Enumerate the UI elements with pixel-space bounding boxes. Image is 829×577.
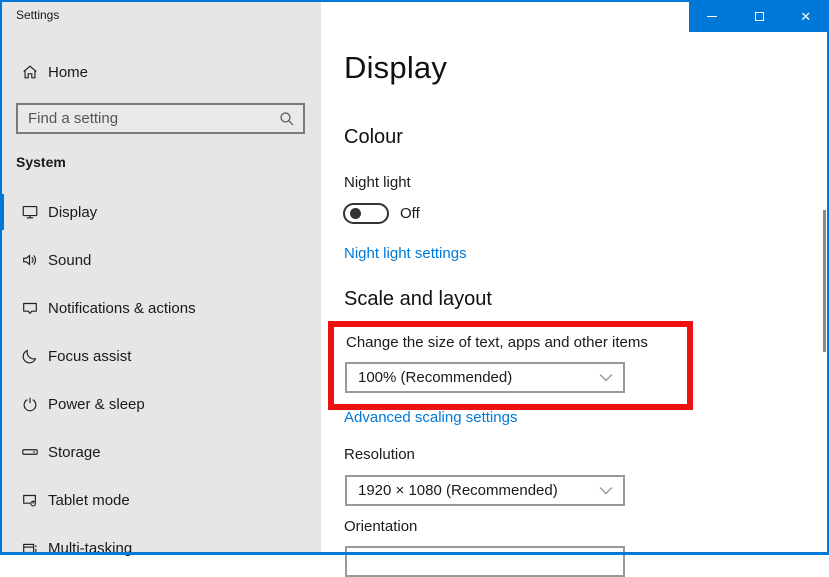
minimize-button[interactable] xyxy=(689,0,736,32)
sidebar-item-label: Notifications & actions xyxy=(48,300,196,317)
sidebar-item-tablet-mode[interactable]: Tablet mode xyxy=(0,480,321,520)
sidebar-item-label: Display xyxy=(48,204,97,221)
sidebar-item-label: Power & sleep xyxy=(48,396,145,413)
colour-section-heading: Colour xyxy=(344,126,403,149)
scale-dropdown-value: 100% (Recommended) xyxy=(358,369,512,386)
sidebar-item-label: Sound xyxy=(48,252,91,269)
tablet-mode-icon xyxy=(20,490,40,510)
maximize-icon xyxy=(755,12,764,21)
home-icon xyxy=(20,62,40,82)
maximize-button[interactable] xyxy=(736,0,783,32)
scale-dropdown[interactable]: 100% (Recommended) xyxy=(345,362,625,393)
focus-assist-moon-icon xyxy=(20,346,40,366)
window-title: Settings xyxy=(16,8,59,22)
display-icon xyxy=(20,202,40,222)
sidebar-item-sound[interactable]: Sound xyxy=(0,240,321,280)
sound-icon xyxy=(20,250,40,270)
night-light-toggle[interactable] xyxy=(343,203,389,224)
sidebar-item-home[interactable]: Home xyxy=(0,52,321,92)
chevron-down-icon xyxy=(599,373,613,382)
window-border-left xyxy=(0,0,2,555)
search-icon[interactable] xyxy=(279,111,303,127)
night-light-state: Off xyxy=(400,204,420,224)
scale-section-heading: Scale and layout xyxy=(344,288,492,311)
sidebar-section-system: System xyxy=(16,154,66,170)
power-icon xyxy=(20,394,40,414)
toggle-knob xyxy=(350,208,361,219)
sidebar-item-multitasking[interactable]: Multi-tasking xyxy=(0,528,321,568)
sidebar-item-focus-assist[interactable]: Focus assist xyxy=(0,336,321,376)
titlebar-caption-area: ✕ xyxy=(689,0,829,32)
resolution-dropdown[interactable]: 1920 × 1080 (Recommended) xyxy=(345,475,625,506)
sidebar-item-display[interactable]: Display xyxy=(0,192,321,232)
sidebar-item-notifications[interactable]: Notifications & actions xyxy=(0,288,321,328)
search-box xyxy=(16,103,305,134)
vertical-scrollbar-thumb[interactable] xyxy=(823,210,826,352)
close-button[interactable]: ✕ xyxy=(782,0,829,32)
night-light-settings-link[interactable]: Night light settings xyxy=(344,245,467,262)
scale-size-label: Change the size of text, apps and other … xyxy=(346,334,648,351)
sidebar-item-label: Focus assist xyxy=(48,348,131,365)
chevron-down-icon xyxy=(599,486,613,495)
orientation-label: Orientation xyxy=(344,518,417,535)
sidebar-item-storage[interactable]: Storage xyxy=(0,432,321,472)
selected-item-indicator xyxy=(0,194,4,230)
resolution-label: Resolution xyxy=(344,446,415,463)
sidebar-item-label: Tablet mode xyxy=(48,492,130,509)
close-icon: ✕ xyxy=(800,10,811,23)
notifications-icon xyxy=(20,298,40,318)
sidebar-item-power-sleep[interactable]: Power & sleep xyxy=(0,384,321,424)
multitasking-icon xyxy=(20,538,40,558)
search-input[interactable] xyxy=(18,105,279,132)
sidebar-item-label: Storage xyxy=(48,444,101,461)
sidebar-item-label: Home xyxy=(48,64,88,81)
minimize-icon xyxy=(707,16,717,17)
resolution-dropdown-value: 1920 × 1080 (Recommended) xyxy=(358,482,558,499)
night-light-label: Night light xyxy=(344,174,411,191)
storage-drive-icon xyxy=(20,442,40,462)
orientation-dropdown[interactable] xyxy=(345,546,625,577)
advanced-scaling-settings-link[interactable]: Advanced scaling settings xyxy=(344,409,517,426)
page-title: Display xyxy=(344,50,447,86)
